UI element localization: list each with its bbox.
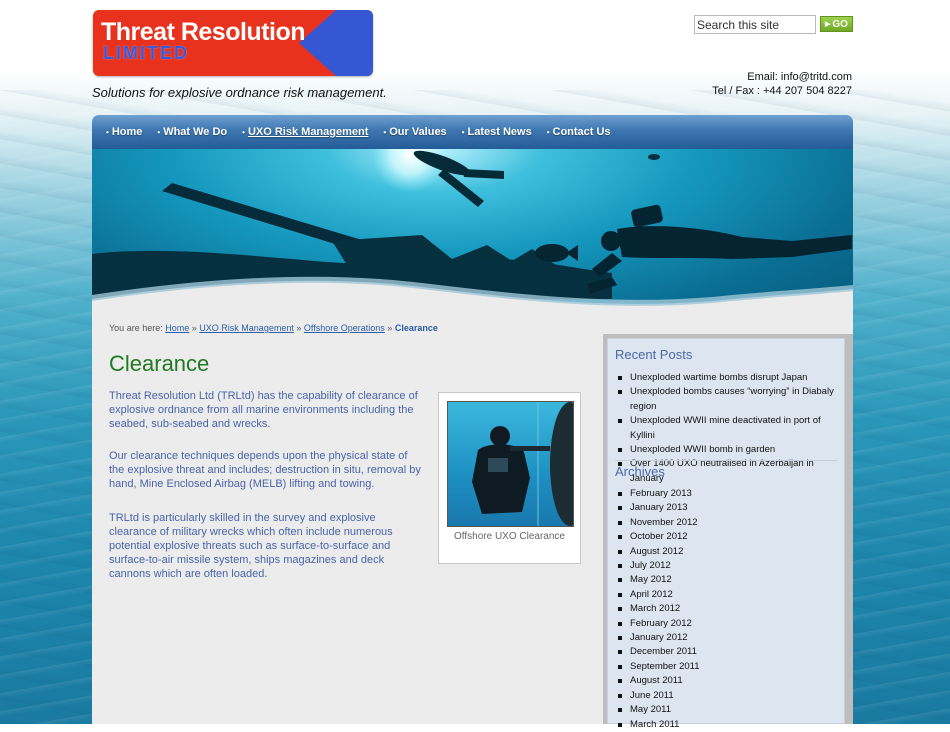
search-input[interactable] bbox=[694, 15, 816, 34]
site-logo[interactable]: Threat Resolution LIMITED bbox=[93, 10, 373, 76]
nav-uxo-risk-management[interactable]: • UXO Risk Management bbox=[242, 126, 368, 138]
content-paragraph-1: Threat Resolution Ltd (TRLtd) has the ca… bbox=[109, 390, 418, 430]
nav-what-we-do[interactable]: • What We Do bbox=[157, 126, 227, 138]
underwater-wreck-illustration bbox=[92, 149, 853, 319]
bullet-icon: • bbox=[157, 127, 161, 137]
recent-post-item[interactable]: Unexploded WWII bomb in garden bbox=[616, 443, 841, 457]
archive-item[interactable]: August 2011 bbox=[616, 674, 841, 688]
page-title: Clearance bbox=[109, 351, 210, 376]
archive-item[interactable]: December 2011 bbox=[616, 645, 841, 659]
breadcrumb-uxo-risk-management[interactable]: UXO Risk Management bbox=[199, 323, 294, 333]
recent-post-item[interactable]: Unexploded bombs causes “worrying” in Di… bbox=[616, 385, 841, 414]
recent-post-item[interactable]: Unexploded WWII mine deactivated in port… bbox=[616, 414, 841, 443]
archive-item[interactable]: March 2012 bbox=[616, 602, 841, 616]
archive-item[interactable]: April 2012 bbox=[616, 588, 841, 602]
archive-item[interactable]: January 2012 bbox=[616, 631, 841, 645]
archive-item[interactable]: June 2011 bbox=[616, 689, 841, 703]
archive-item[interactable]: July 2012 bbox=[616, 559, 841, 573]
archives-heading: Archives bbox=[615, 464, 665, 479]
search-button[interactable]: ▶ GO bbox=[820, 16, 853, 32]
archive-item[interactable]: February 2012 bbox=[616, 617, 841, 631]
bullet-icon: • bbox=[383, 127, 387, 137]
bullet-icon: • bbox=[242, 127, 245, 137]
content-paragraph-3: TRLtd is particularly skilled in the sur… bbox=[109, 512, 393, 580]
content-figure: Offshore UXO Clearance bbox=[438, 392, 581, 564]
archive-item[interactable]: March 2011 bbox=[616, 718, 841, 732]
breadcrumb: You are here: Home » UXO Risk Management… bbox=[109, 323, 438, 333]
content-paragraph-2: Our clearance techniques depends upon th… bbox=[109, 450, 421, 490]
contact-info: Email: info@tritd.com Tel / Fax : +44 20… bbox=[712, 70, 852, 98]
nav-contact-us[interactable]: • Contact Us bbox=[547, 126, 611, 138]
play-arrow-icon: ▶ bbox=[825, 21, 831, 28]
contact-phone: Tel / Fax : +44 207 504 8227 bbox=[712, 85, 852, 97]
nav-latest-news[interactable]: • Latest News bbox=[462, 126, 532, 138]
archive-item[interactable]: January 2013 bbox=[616, 501, 841, 515]
hero-banner bbox=[92, 149, 853, 319]
breadcrumb-offshore-operations[interactable]: Offshore Operations bbox=[304, 323, 385, 333]
recent-posts-heading: Recent Posts bbox=[615, 347, 693, 362]
sidebar-divider bbox=[615, 460, 837, 461]
nav-home[interactable]: • Home bbox=[106, 126, 142, 138]
diver-photo-graphic bbox=[472, 402, 573, 526]
sidebar: Recent Posts Unexploded wartime bombs di… bbox=[607, 338, 845, 730]
archive-item[interactable]: October 2012 bbox=[616, 530, 841, 544]
bullet-icon: • bbox=[546, 127, 550, 137]
archives-list: February 2013 January 2013 November 2012… bbox=[616, 487, 841, 732]
diver-photo[interactable] bbox=[447, 401, 574, 527]
bullet-icon: • bbox=[461, 127, 465, 137]
main-navigation: • Home • What We Do • UXO Risk Managemen… bbox=[92, 115, 853, 149]
logo-subtitle: LIMITED bbox=[103, 43, 189, 63]
breadcrumb-current: Clearance bbox=[394, 323, 438, 333]
figure-caption: Offshore UXO Clearance bbox=[454, 531, 565, 542]
archive-item[interactable]: November 2012 bbox=[616, 516, 841, 530]
archive-item[interactable]: May 2011 bbox=[616, 703, 841, 717]
archive-item[interactable]: September 2011 bbox=[616, 660, 841, 674]
breadcrumb-home[interactable]: Home bbox=[165, 323, 189, 333]
site-tagline: Solutions for explosive ordnance risk ma… bbox=[92, 85, 387, 100]
archive-item[interactable]: February 2013 bbox=[616, 487, 841, 501]
contact-email: Email: info@tritd.com bbox=[747, 71, 852, 83]
nav-our-values[interactable]: • Our Values bbox=[383, 126, 446, 138]
archive-item[interactable]: August 2012 bbox=[616, 545, 841, 559]
bullet-icon: • bbox=[106, 127, 109, 137]
archive-item[interactable]: May 2012 bbox=[616, 573, 841, 587]
recent-post-item[interactable]: Unexploded wartime bombs disrupt Japan bbox=[616, 371, 841, 385]
